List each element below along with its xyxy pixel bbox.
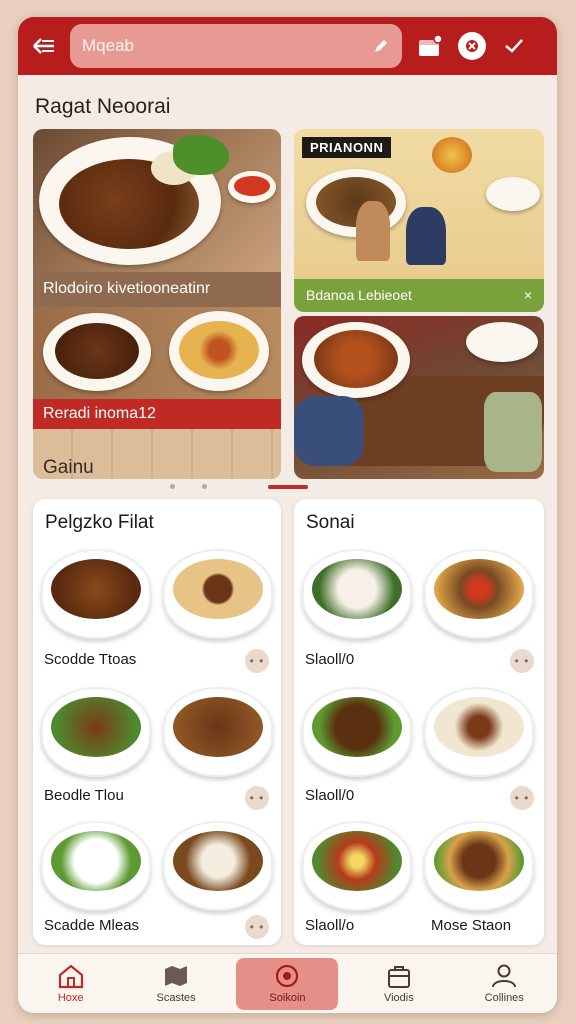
dish-label[interactable]: Scodde Ttoas: [44, 651, 136, 668]
featured-caption: Rlodoiro kivetiooneatinr: [33, 272, 281, 307]
dish-image[interactable]: [424, 549, 534, 639]
card-title: Pelgzko Filat: [45, 512, 154, 533]
featured-card-right-top[interactable]: PRIANONN Bdanoa Lebieoet ×: [294, 129, 544, 312]
nav-soikoin[interactable]: Soikoin: [236, 957, 339, 1010]
dish-image[interactable]: [424, 687, 534, 777]
featured-dish-image: [33, 129, 281, 272]
top-bar: Mqeab: [18, 17, 557, 75]
dish-image[interactable]: [302, 549, 412, 639]
featured-tag: PRIANONN: [302, 137, 392, 158]
more-options-button[interactable]: • •: [245, 649, 269, 673]
menu-card-right: Sonai Slaoll/0 • • Slaoll/0 • • Slaoll/o…: [294, 499, 544, 945]
nav-label: Scastes: [156, 992, 196, 1004]
nav-scastes[interactable]: Scastes: [131, 958, 221, 1010]
nav-viodis[interactable]: Viodis: [354, 958, 444, 1010]
check-icon: [505, 39, 523, 53]
target-icon: [276, 964, 299, 988]
green-banner-text: Bdanoa Lebieoet: [306, 287, 412, 303]
featured-promo-label: Reradi inoma12: [33, 399, 281, 429]
dish-label[interactable]: Scadde Mleas: [44, 917, 139, 934]
dish-label[interactable]: Slaoll/0: [305, 787, 354, 804]
app-screen: Mqeab Ragat Neoorai Rlodoiro kivetioonea…: [18, 17, 557, 1013]
cart-icon: [419, 34, 443, 56]
nav-home[interactable]: Hoxe: [26, 958, 116, 1010]
confirm-button[interactable]: [500, 32, 528, 60]
featured-green-banner: Bdanoa Lebieoet ×: [294, 279, 544, 312]
search-input[interactable]: Mqeab: [70, 24, 402, 68]
featured-footer-text: Gainu: [43, 457, 94, 478]
dish-image[interactable]: [302, 687, 412, 777]
more-options-button[interactable]: • •: [245, 915, 269, 939]
section-title: Ragat Neoorai: [35, 95, 171, 118]
dish-image[interactable]: [41, 821, 151, 911]
home-icon: [58, 964, 83, 989]
dish-image[interactable]: [41, 687, 151, 777]
back-arrow-icon: [33, 38, 54, 54]
featured-card-right-bottom[interactable]: [294, 316, 544, 479]
close-icon[interactable]: ×: [524, 287, 532, 304]
bag-icon: [387, 966, 410, 988]
dish-label[interactable]: Beodle Tlou: [44, 787, 124, 804]
dish-image[interactable]: [41, 549, 151, 639]
dish-image[interactable]: [424, 821, 534, 911]
user-icon: [492, 964, 517, 988]
dish-image[interactable]: [163, 549, 273, 639]
search-text: Mqeab: [82, 36, 134, 55]
edit-icon[interactable]: [372, 37, 390, 55]
back-button[interactable]: [18, 17, 70, 75]
nav-label: Hoxe: [57, 992, 84, 1004]
nav-label: Collines: [484, 992, 524, 1004]
more-options-button[interactable]: • •: [510, 786, 534, 810]
nav-label: Viodis: [383, 992, 414, 1004]
dish-image[interactable]: [302, 821, 412, 911]
map-icon: [165, 966, 188, 986]
cart-button[interactable]: [416, 32, 444, 60]
menu-card-left: Pelgzko Filat Scodde Ttoas • • Beodle Tl…: [33, 499, 281, 945]
more-options-button[interactable]: • •: [510, 649, 534, 673]
nav-label: Soikoin: [269, 992, 306, 1004]
featured-card-left[interactable]: Rlodoiro kivetiooneatinr Reradi inoma12 …: [33, 129, 281, 479]
featured-dish-image-2: [33, 307, 281, 399]
dish-label[interactable]: Mose Staon: [431, 917, 511, 934]
more-options-button[interactable]: • •: [245, 786, 269, 810]
dish-image[interactable]: [163, 821, 273, 911]
settings-button[interactable]: [458, 32, 486, 60]
dish-label[interactable]: Slaoll/0: [305, 651, 354, 668]
dish-image[interactable]: [163, 687, 273, 777]
carousel-indicator[interactable]: [18, 483, 557, 491]
card-title: Sonai: [306, 512, 355, 533]
settings-icon: [466, 40, 478, 52]
nav-collines[interactable]: Collines: [459, 958, 549, 1010]
dish-label[interactable]: Slaoll/o: [305, 917, 354, 934]
bottom-navigation: Hoxe Scastes Soikoin Viodis Collines: [18, 953, 557, 1013]
